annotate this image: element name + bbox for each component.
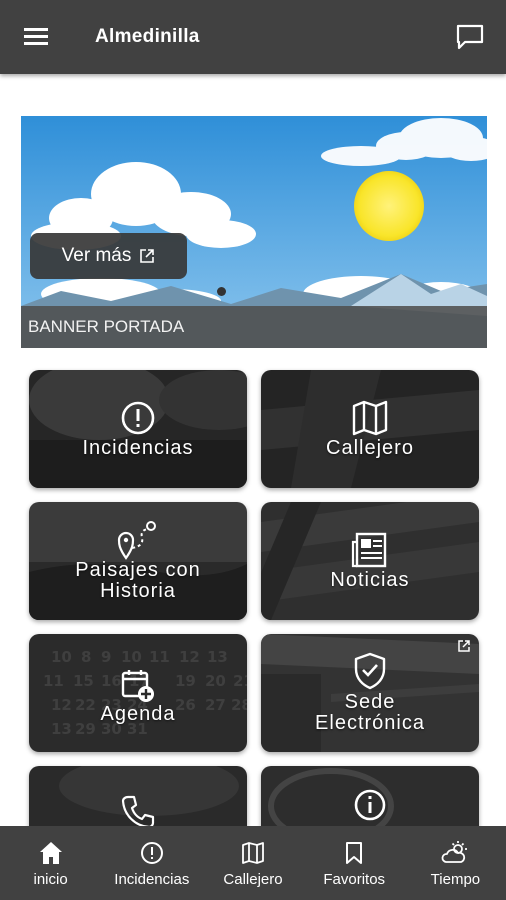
tile-label-line2: Historia [100,580,176,602]
nav-item-tiempo[interactable]: Tiempo [405,826,506,900]
tile-label-line1: Paisajes con [75,559,201,581]
tile-label-line1: Sede [344,691,396,713]
tile-label: Agenda [100,703,176,725]
home-icon [39,842,62,864]
nav-item-inicio[interactable]: inicio [0,826,101,900]
svg-text:19: 19 [175,672,196,690]
nav-label: Callejero [223,871,283,888]
tile-agenda[interactable]: 108910111213 11151617192021 122223242627… [29,634,247,752]
tile-label: Callejero [326,437,414,459]
svg-text:11: 11 [43,672,64,690]
bottom-navigation: inicio Incidencias Callejero Favoritos T… [0,826,506,900]
nav-label: Incidencias [114,871,190,888]
svg-text:10: 10 [51,648,72,666]
svg-text:13: 13 [207,648,228,666]
nav-label: Favoritos [323,871,386,888]
shield-check-icon [354,652,386,690]
svg-text:8: 8 [81,648,91,666]
page-title: Almedinilla [95,26,200,47]
carousel-indicator[interactable] [217,287,226,296]
newspaper-icon [351,532,387,568]
tile-callejero[interactable]: Callejero [261,370,479,488]
external-link-icon [458,640,470,652]
nav-item-incidencias[interactable]: Incidencias [101,826,202,900]
tile-paisajes-con-historia[interactable]: Paisajes con Historia [29,502,247,620]
map-icon [242,842,264,864]
calendar-add-icon [121,670,154,702]
svg-text:10: 10 [121,648,142,666]
weather-icon [442,841,468,863]
banner-caption: BANNER PORTADA [21,306,487,348]
svg-text:15: 15 [73,672,94,690]
svg-text:21: 21 [233,672,247,690]
route-pin-icon [117,521,156,560]
ver-mas-label: Ver más [61,245,132,266]
tile-sede-electronica[interactable]: Sede Electrónica [261,634,479,752]
tile-incidencias[interactable]: Incidencias [29,370,247,488]
alert-circle-icon [140,842,163,864]
phone-icon [121,795,155,829]
app-bar: Almedinilla [0,0,506,74]
banner-carousel[interactable]: Ver más BANNER PORTADA [21,116,487,348]
tile-label: Noticias [330,569,410,591]
svg-text:16: 16 [101,672,122,690]
tile-noticias[interactable]: Noticias [261,502,479,620]
chat-icon[interactable] [454,22,486,52]
nav-item-favoritos[interactable]: Favoritos [304,826,405,900]
svg-text:11: 11 [149,648,170,666]
nav-label: Tiempo [430,871,481,888]
svg-text:20: 20 [205,672,226,690]
nav-label: inicio [33,871,68,888]
tile-label: Incidencias [82,437,194,459]
alert-circle-icon [121,401,155,435]
svg-text:9: 9 [101,648,111,666]
bookmark-icon [346,842,363,864]
svg-text:12: 12 [179,648,200,666]
menu-icon[interactable] [22,24,52,50]
nav-item-callejero[interactable]: Callejero [202,826,303,900]
tile-label-line2: Electrónica [315,712,425,734]
external-link-icon [140,249,155,263]
map-icon [352,400,388,436]
ver-mas-button[interactable]: Ver más [30,233,187,279]
info-icon [354,789,386,821]
